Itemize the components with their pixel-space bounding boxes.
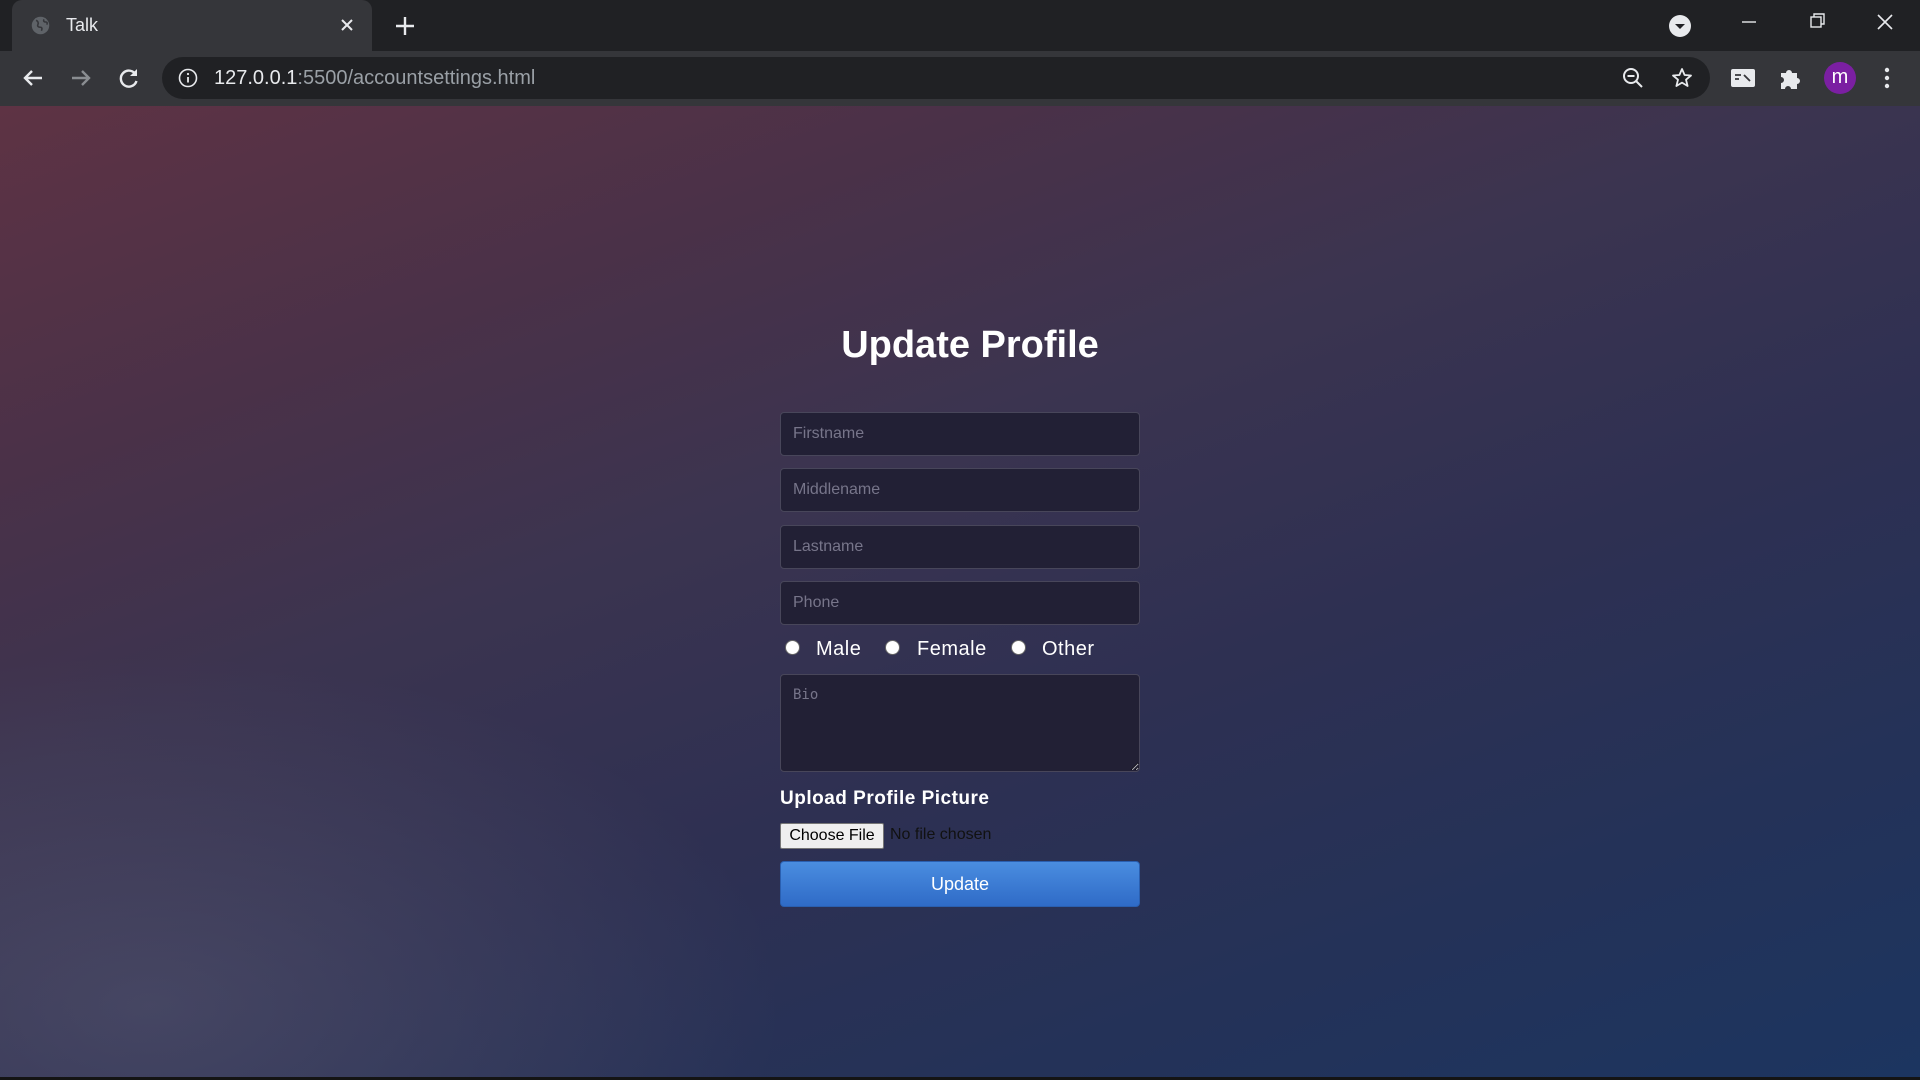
browser-tab[interactable]: Talk: [12, 0, 372, 51]
address-bar[interactable]: 127.0.0.1:5500/accountsettings.html: [162, 57, 1710, 99]
lastname-input[interactable]: [780, 525, 1140, 569]
phone-input[interactable]: [780, 581, 1140, 625]
gender-female-radio[interactable]: [885, 640, 900, 655]
url-path: :5500/accountsettings.html: [297, 67, 536, 89]
gender-male-label[interactable]: Male: [816, 638, 861, 661]
tab-search-icon[interactable]: [1668, 14, 1692, 38]
restore-icon[interactable]: [1794, 8, 1840, 38]
gender-male-radio[interactable]: [785, 640, 800, 655]
url-host: 127.0.0.1: [214, 67, 298, 89]
page-viewport: Update Profile Male Female Other Upload …: [0, 106, 1920, 1080]
file-status-text: No file chosen: [890, 826, 992, 843]
close-window-icon[interactable]: [1862, 8, 1908, 38]
site-info-icon[interactable]: [178, 68, 198, 88]
extension-icon[interactable]: [1728, 63, 1758, 93]
new-tab-icon[interactable]: [392, 13, 418, 39]
page-title: Update Profile: [841, 324, 1099, 366]
browser-toolbar: 127.0.0.1:5500/accountsettings.html m: [0, 51, 1920, 106]
forward-arrow-icon[interactable]: [66, 63, 96, 93]
tab-strip: Talk: [0, 0, 1920, 51]
gender-radio-group: Male Female Other: [780, 632, 1140, 666]
gender-female-label[interactable]: Female: [917, 638, 987, 661]
gender-other-radio[interactable]: [1011, 640, 1026, 655]
globe-icon: [31, 16, 50, 35]
puzzle-icon[interactable]: [1776, 63, 1806, 93]
close-tab-icon[interactable]: [337, 15, 357, 35]
gender-other-label[interactable]: Other: [1042, 638, 1095, 661]
back-arrow-icon[interactable]: [18, 63, 48, 93]
middlename-input[interactable]: [780, 468, 1140, 512]
url-text[interactable]: 127.0.0.1:5500/accountsettings.html: [214, 67, 535, 90]
bookmark-star-icon[interactable]: [1670, 66, 1694, 90]
reload-icon[interactable]: [114, 63, 144, 93]
profile-avatar[interactable]: m: [1824, 62, 1856, 94]
bio-textarea[interactable]: [780, 674, 1140, 772]
firstname-input[interactable]: [780, 412, 1140, 456]
tab-title: Talk: [66, 15, 99, 35]
zoom-icon[interactable]: [1622, 67, 1644, 89]
kebab-menu-icon[interactable]: [1872, 63, 1902, 93]
upload-picture-label: Upload Profile Picture: [780, 788, 990, 809]
update-button[interactable]: Update: [780, 861, 1140, 907]
choose-file-button[interactable]: Choose File: [780, 823, 884, 849]
minimize-icon[interactable]: [1726, 8, 1772, 38]
